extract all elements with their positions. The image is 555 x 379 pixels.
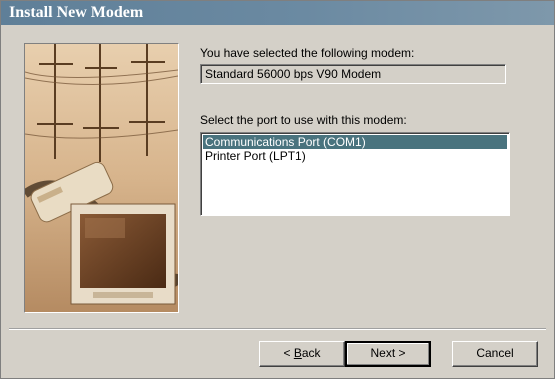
selected-modem-field: Standard 56000 bps V90 Modem bbox=[200, 64, 506, 84]
back-button-accelerator: B bbox=[293, 346, 302, 360]
port-select-label: Select the port to use with this modem: bbox=[200, 113, 407, 127]
back-button-rest: ack bbox=[301, 346, 321, 360]
install-modem-dialog: Install New Modem You have selected the … bbox=[0, 0, 555, 379]
port-item-com1[interactable]: Communications Port (COM1) bbox=[203, 135, 507, 149]
next-button[interactable]: Next > bbox=[345, 341, 431, 367]
back-button-prefix: < bbox=[283, 346, 294, 360]
cancel-button[interactable]: Cancel bbox=[452, 341, 538, 367]
port-listbox[interactable]: Communications Port (COM1) Printer Port … bbox=[200, 132, 510, 216]
wizard-illustration bbox=[24, 43, 179, 313]
button-separator bbox=[9, 328, 546, 330]
dialog-title: Install New Modem bbox=[1, 1, 554, 25]
back-button[interactable]: < Back bbox=[259, 341, 345, 367]
port-item-lpt1[interactable]: Printer Port (LPT1) bbox=[203, 149, 507, 163]
selected-modem-label: You have selected the following modem: bbox=[200, 46, 415, 60]
